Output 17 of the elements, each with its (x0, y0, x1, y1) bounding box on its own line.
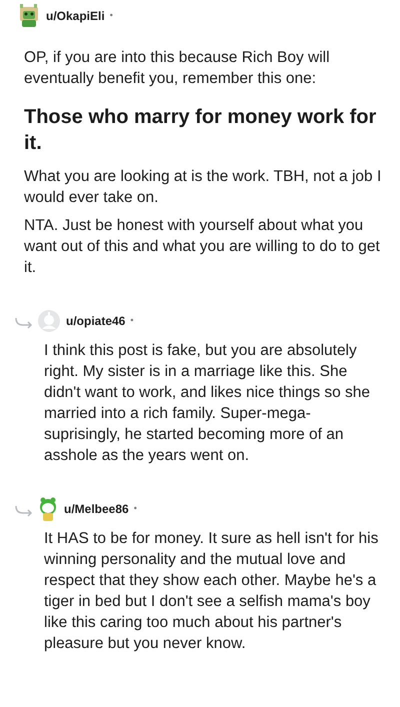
comment-text: NTA. Just be honest with yourself about what you want out of this and what you are willing to do to get it. (24, 216, 381, 278)
avatar-icon (38, 310, 60, 332)
separator-dot: • (130, 314, 134, 328)
avatar-icon (18, 4, 40, 28)
comment-text: What you are looking at is the work. TBH, not a job I would ever take on. (24, 167, 382, 208)
comment-heading: Those who marry for money work for it. (24, 105, 378, 156)
username-link[interactable]: u/opiate46 (66, 312, 126, 330)
comment-text: OP, if you are into this because Rich Boy will eventually benefit you, remember this one: (24, 48, 331, 89)
separator-dot: • (110, 9, 113, 22)
username-link[interactable]: u/OkapiEli (46, 7, 105, 25)
username-link[interactable]: u/Melbee86 (64, 500, 129, 518)
reply-arrow-icon (15, 505, 33, 517)
comment-text: I think this post is fake, but you are absolutely right. My sister is in a marriage like this. She didn't want to work, and likes nice things so she married into a rich family. Super-mega-suprisingly, he started becoming more of an asshole as the years went on. (44, 341, 372, 466)
separator-dot: • (134, 502, 137, 516)
reply-arrow-icon (15, 317, 33, 329)
avatar-icon (38, 497, 58, 521)
comment-text: It HAS to be for money. It sure as hell isn't for his winning personality and the mutual love and respect that they show each other. Maybe he's a tiger in bed but I don't see a selfish mama's boy like this caring too much about his partner's pleasure but you never know. (44, 529, 380, 654)
